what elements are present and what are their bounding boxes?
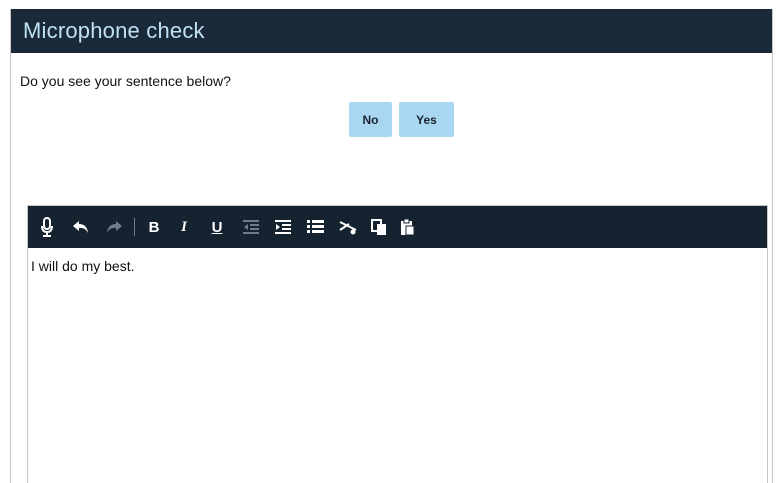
bullet-list-icon[interactable] <box>304 215 326 239</box>
paste-icon[interactable] <box>396 215 418 239</box>
question-text: Do you see your sentence below? <box>20 73 231 89</box>
title-bar: Microphone check <box>11 9 772 53</box>
cut-icon[interactable] <box>337 215 359 239</box>
text-editor[interactable]: B I U I will do my best. <box>27 205 768 483</box>
italic-icon[interactable]: I <box>173 215 195 239</box>
copy-icon[interactable] <box>368 215 390 239</box>
toolbar-separator <box>134 218 135 236</box>
dialog-title: Microphone check <box>23 18 205 43</box>
outdent-icon[interactable] <box>240 215 262 239</box>
dialog-window: Microphone check Do you see your sentenc… <box>10 9 773 483</box>
microphone-icon[interactable] <box>36 215 58 239</box>
indent-icon[interactable] <box>272 215 294 239</box>
no-button[interactable]: No <box>349 102 392 137</box>
redo-icon[interactable] <box>103 215 125 239</box>
bold-icon[interactable]: B <box>143 215 165 239</box>
editor-toolbar: B I U <box>28 206 767 248</box>
yes-button[interactable]: Yes <box>399 102 454 137</box>
underline-icon[interactable]: U <box>206 215 228 239</box>
editor-content[interactable]: I will do my best. <box>31 258 134 274</box>
undo-icon[interactable] <box>70 215 92 239</box>
